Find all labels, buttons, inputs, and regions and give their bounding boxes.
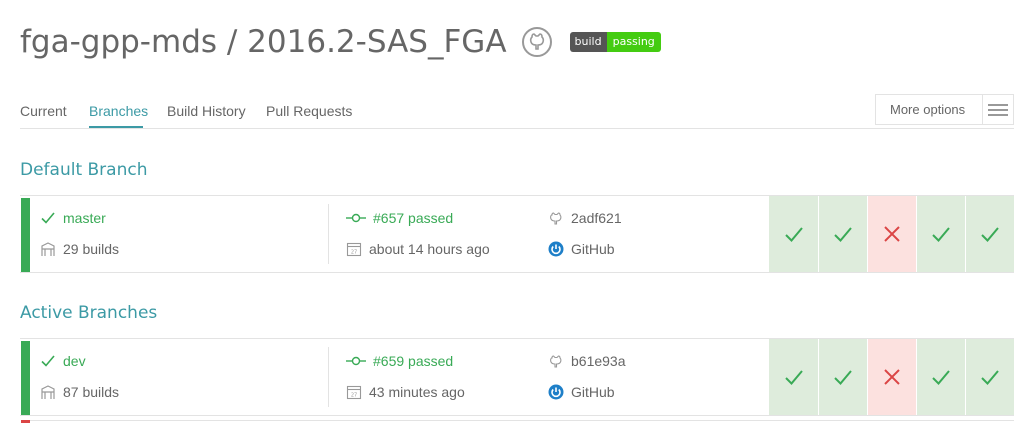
check-icon [834, 370, 852, 385]
more-options-button[interactable]: More options [875, 94, 1014, 125]
builds-count: 87 builds [63, 384, 120, 400]
active-branches-heading: Active Branches [20, 303, 158, 323]
check-icon [981, 370, 999, 385]
history-passed[interactable] [818, 339, 867, 415]
history-passed[interactable] [916, 196, 965, 272]
cross-icon [884, 369, 900, 385]
commit-node-icon [346, 353, 366, 369]
repo-title[interactable]: fga-gpp-mds / 2016.2-SAS_FGA [20, 24, 507, 60]
power-icon [548, 241, 564, 257]
default-branch-heading: Default Branch [20, 160, 148, 180]
history-passed[interactable] [965, 196, 1014, 272]
branch-row-master[interactable]: master 29 builds #657 passed 27 about 14… [20, 195, 1014, 273]
check-icon [784, 227, 803, 242]
commit-sha-link[interactable]: b61e93a [571, 353, 626, 369]
provider-link[interactable]: GitHub [571, 384, 615, 400]
build-status-link[interactable]: #659 passed [373, 353, 453, 369]
history-passed[interactable] [769, 196, 818, 272]
cross-icon [884, 226, 900, 242]
history-passed[interactable] [818, 196, 867, 272]
column-divider [328, 347, 329, 407]
build-time: 43 minutes ago [369, 384, 465, 400]
column-divider [328, 204, 329, 264]
status-bar-passed [21, 198, 30, 272]
tab-build-history[interactable]: Build History [167, 103, 246, 119]
build-time-cell: 27 about 14 hours ago [346, 241, 490, 257]
status-bar-passed [21, 341, 30, 415]
commit-cell: 2adf621 [548, 210, 622, 226]
check-icon [932, 370, 950, 385]
calendar-icon: 27 [346, 241, 362, 257]
build-status-badge[interactable]: build passing [569, 32, 661, 52]
history-passed[interactable] [916, 339, 965, 415]
build-history-strip [769, 196, 1014, 272]
provider-cell: GitHub [548, 384, 615, 400]
last-build-cell: #659 passed [346, 353, 453, 369]
build-history-strip [769, 339, 1014, 415]
history-passed[interactable] [965, 339, 1014, 415]
check-icon [981, 227, 999, 242]
build-time-cell: 27 43 minutes ago [346, 384, 465, 400]
calendar-icon: 27 [346, 384, 362, 400]
row-divider [30, 420, 1014, 421]
more-options-label: More options [890, 102, 966, 117]
branch-row-dev[interactable]: dev 87 builds #659 passed 27 43 minutes … [20, 338, 1014, 416]
last-build-cell: #657 passed [346, 210, 453, 226]
builds-icon [40, 384, 56, 400]
github-commit-icon [548, 353, 564, 369]
check-icon [834, 227, 852, 242]
check-icon [932, 227, 950, 242]
branch-name-cell: master [40, 210, 106, 226]
history-passed[interactable] [769, 339, 818, 415]
power-icon [548, 384, 564, 400]
github-icon[interactable] [521, 26, 553, 58]
provider-link[interactable]: GitHub [571, 241, 615, 257]
check-icon [40, 210, 56, 226]
active-tab-underline [89, 126, 143, 128]
builds-count-cell: 87 builds [40, 384, 119, 400]
branch-name-link[interactable]: dev [63, 353, 86, 369]
check-icon [784, 370, 803, 385]
badge-label: build [569, 32, 607, 52]
github-commit-icon [548, 210, 564, 226]
tab-pull-requests[interactable]: Pull Requests [266, 103, 352, 119]
hamburger-menu-icon[interactable] [981, 95, 1014, 124]
build-time: about 14 hours ago [369, 241, 490, 257]
check-icon [40, 353, 56, 369]
tab-branches[interactable]: Branches [89, 103, 148, 119]
branch-name-cell: dev [40, 353, 86, 369]
commit-node-icon [346, 210, 366, 226]
provider-cell: GitHub [548, 241, 615, 257]
tab-current[interactable]: Current [20, 103, 67, 119]
repo-tabs: Current Branches Build History Pull Requ… [20, 95, 1014, 129]
builds-count-cell: 29 builds [40, 241, 119, 257]
build-status-link[interactable]: #657 passed [373, 210, 453, 226]
branch-name-link[interactable]: master [63, 210, 106, 226]
svg-text:27: 27 [351, 393, 357, 399]
commit-cell: b61e93a [548, 353, 626, 369]
repo-header: fga-gpp-mds / 2016.2-SAS_FGA build passi… [20, 18, 661, 66]
commit-sha-link[interactable]: 2adf621 [571, 210, 622, 226]
builds-count: 29 builds [63, 241, 120, 257]
svg-text:27: 27 [351, 250, 357, 256]
badge-status: passing [606, 32, 661, 52]
history-failed[interactable] [867, 196, 916, 272]
history-failed[interactable] [867, 339, 916, 415]
builds-icon [40, 241, 56, 257]
